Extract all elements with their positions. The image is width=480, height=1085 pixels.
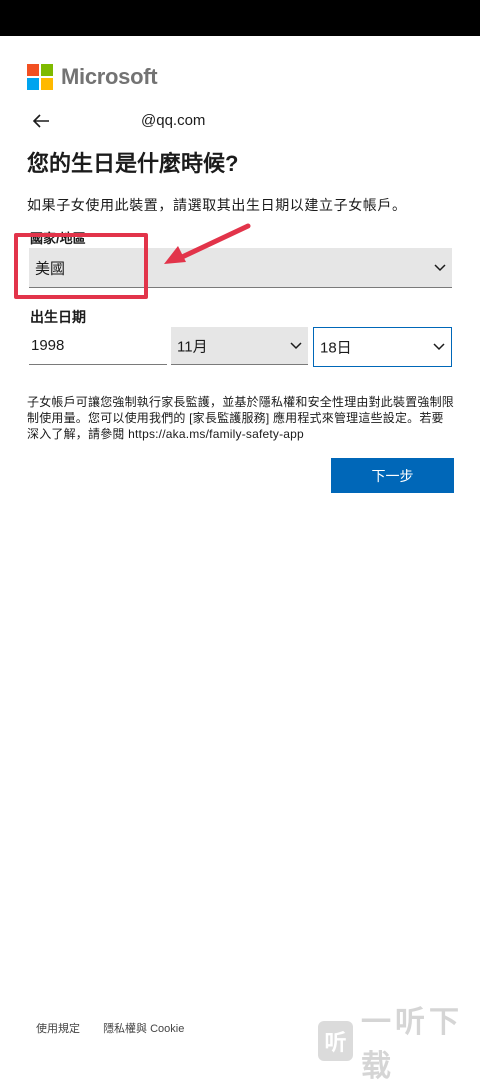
annotation-arrow-icon bbox=[164, 223, 251, 264]
watermark-logo-icon: 听 bbox=[318, 1021, 353, 1061]
terms-link[interactable]: 使用規定 bbox=[36, 1023, 80, 1035]
account-email: @qq.com bbox=[141, 112, 206, 129]
microsoft-logo-icon bbox=[27, 64, 53, 90]
footer: 使用規定 隱私權與 Cookie bbox=[36, 1020, 204, 1036]
chevron-down-icon bbox=[290, 341, 302, 349]
back-arrow-icon[interactable] bbox=[30, 110, 52, 132]
annotation-highlight-box bbox=[14, 233, 148, 299]
year-input[interactable] bbox=[29, 327, 167, 365]
watermark: 听 一听下载 bbox=[318, 997, 480, 1085]
child-account-info: 子女帳戶可讓您強制執行家長監護，並基於隱私權和安全性理由對此裝置強制限制使用量。… bbox=[27, 395, 455, 441]
next-button[interactable]: 下一步 bbox=[331, 458, 454, 493]
chevron-down-icon bbox=[434, 263, 446, 271]
page-title: 您的生日是什麼時候? bbox=[27, 151, 239, 176]
page-description: 如果子女使用此裝置，請選取其出生日期以建立子女帳戶。 bbox=[27, 197, 407, 213]
microsoft-logo: Microsoft bbox=[27, 64, 158, 90]
month-value: 11月 bbox=[177, 338, 208, 355]
privacy-link[interactable]: 隱私權與 Cookie bbox=[103, 1023, 184, 1035]
dob-label: 出生日期 bbox=[30, 309, 86, 325]
month-select[interactable]: 11月 bbox=[171, 327, 308, 365]
chevron-down-icon bbox=[433, 343, 445, 351]
day-select[interactable]: 18日 bbox=[313, 327, 452, 367]
watermark-text: 一听下载 bbox=[361, 1006, 463, 1083]
microsoft-logo-text: Microsoft bbox=[61, 64, 158, 89]
day-value: 18日 bbox=[320, 339, 352, 357]
status-bar bbox=[0, 0, 480, 36]
